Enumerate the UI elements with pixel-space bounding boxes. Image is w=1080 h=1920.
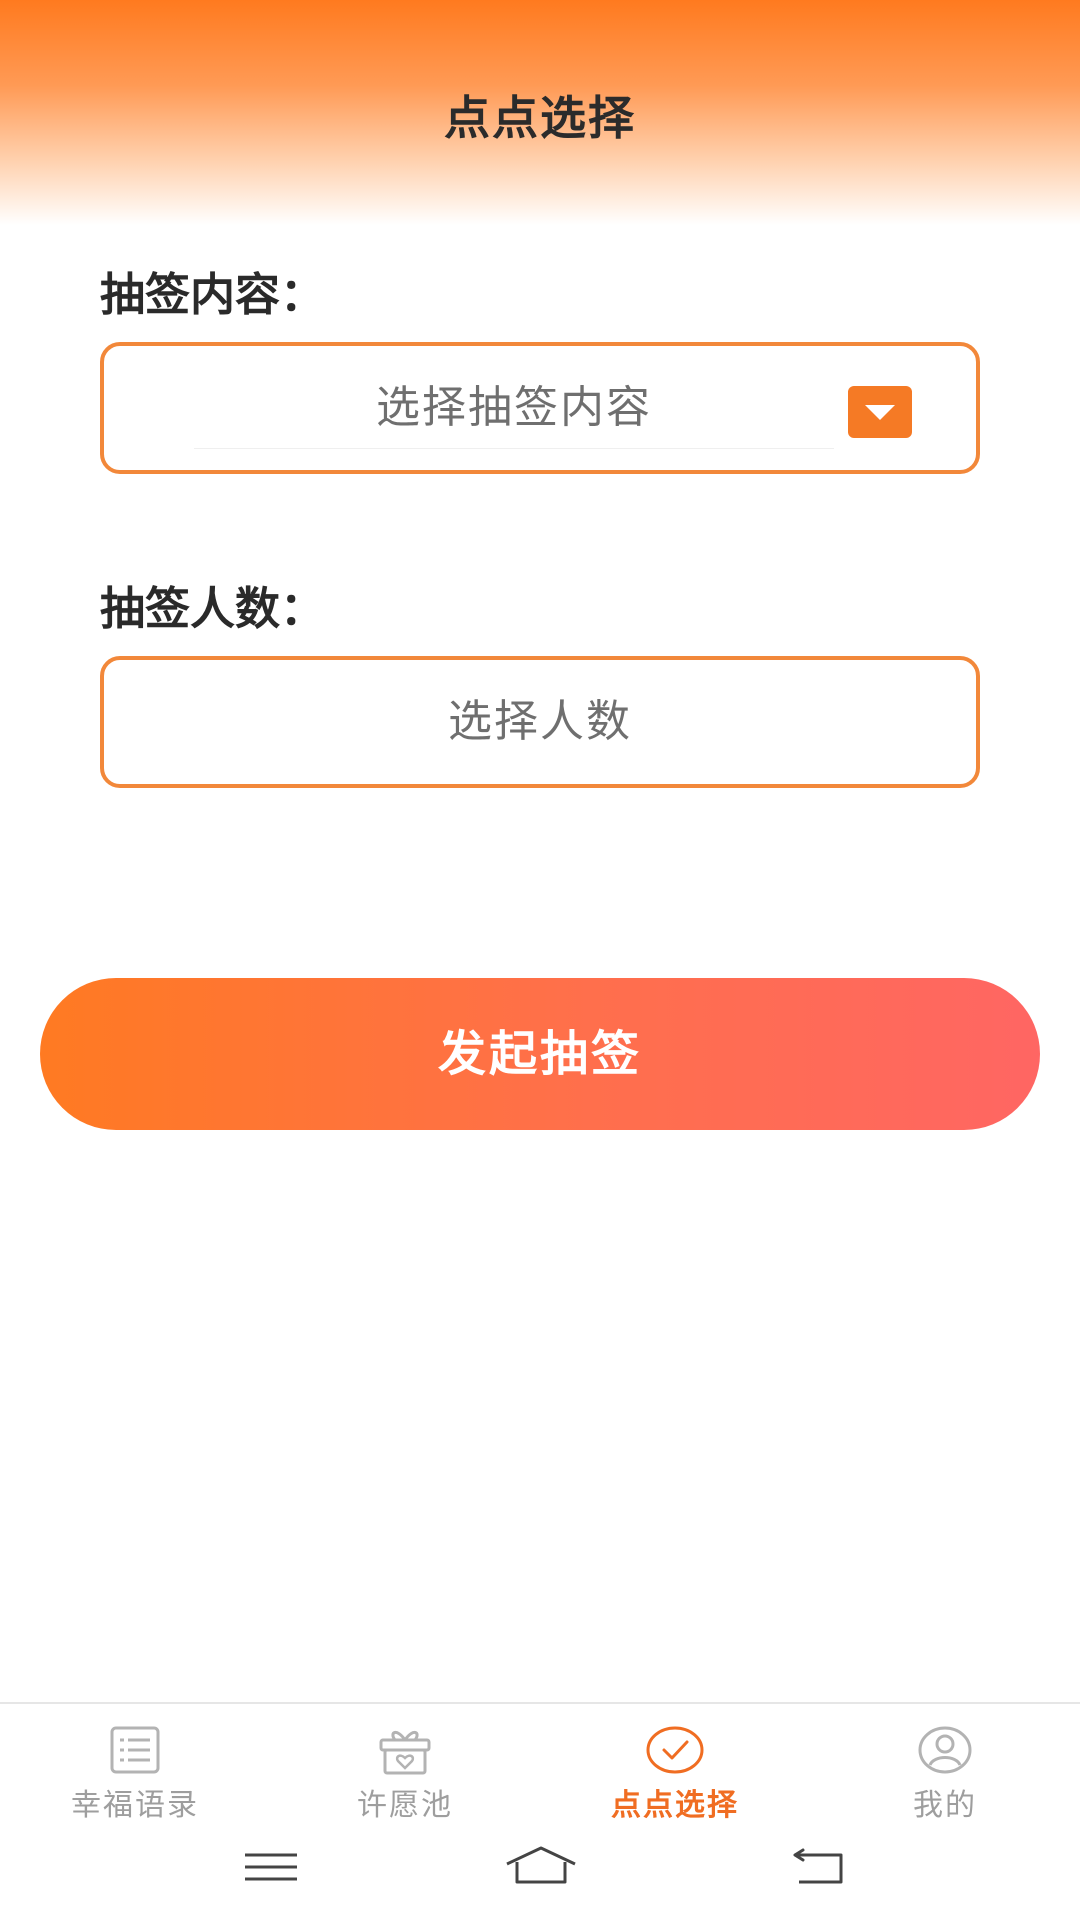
- draw-count-label: 抽签人数：: [100, 582, 326, 635]
- check-circle-icon: [646, 1726, 704, 1774]
- draw-content-label: 抽签内容：: [100, 268, 326, 321]
- draw-count-select[interactable]: 选择人数: [100, 656, 980, 788]
- list-icon: [110, 1726, 160, 1774]
- start-draw-button[interactable]: 发起抽签: [40, 978, 1040, 1130]
- dropdown-button[interactable]: [848, 386, 912, 438]
- tab-mine[interactable]: 我的: [810, 1704, 1080, 1824]
- draw-content-placeholder: 选择抽签内容: [376, 382, 652, 433]
- tab-happiness-quotes[interactable]: 幸福语录: [0, 1704, 270, 1824]
- draw-content-select[interactable]: 选择抽签内容: [100, 342, 980, 474]
- tab-label: 许愿池: [357, 1788, 453, 1823]
- tab-label: 我的: [913, 1788, 977, 1823]
- tab-label: 点点选择: [611, 1788, 739, 1823]
- system-nav-bar: [0, 1824, 1080, 1920]
- home-icon[interactable]: [501, 1842, 581, 1892]
- header: 点点选择: [0, 0, 1080, 225]
- back-icon[interactable]: [781, 1842, 861, 1892]
- app-screen: 点点选择 抽签内容： 选择抽签内容 抽签人数： 选择人数 发起抽签 幸福语录 许…: [0, 0, 1080, 1920]
- draw-count-placeholder: 选择人数: [448, 696, 632, 747]
- tab-wishing-pool[interactable]: 许愿池: [270, 1704, 540, 1824]
- gift-icon: [379, 1731, 431, 1775]
- tab-label: 幸福语录: [71, 1788, 199, 1823]
- select-underline: [194, 448, 834, 449]
- bottom-tab-bar: 幸福语录 许愿池 点点选择 我的: [0, 1702, 1080, 1824]
- user-icon: [918, 1726, 972, 1774]
- menu-icon[interactable]: [231, 1842, 311, 1892]
- chevron-down-icon: [865, 405, 895, 420]
- page-title: 点点选择: [444, 91, 636, 145]
- tab-choose[interactable]: 点点选择: [540, 1704, 810, 1824]
